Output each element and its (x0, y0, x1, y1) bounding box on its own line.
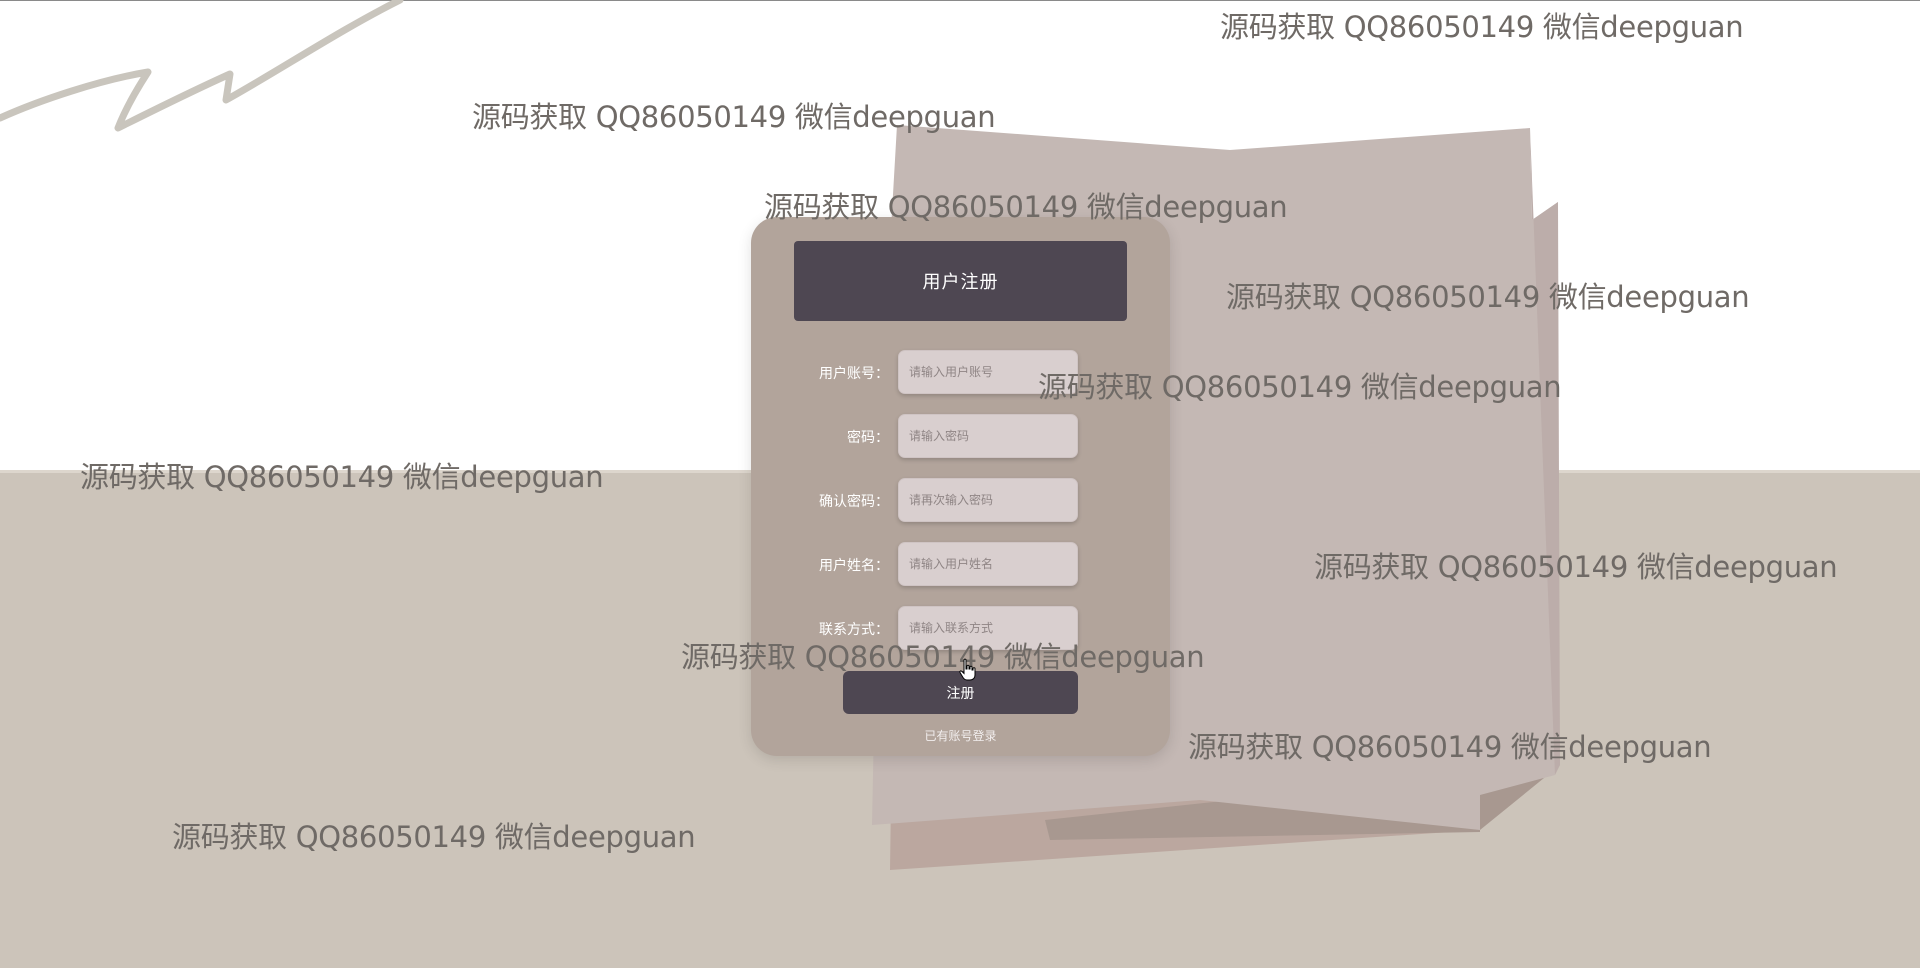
username-label: 用户账号： (819, 366, 889, 382)
confirm-password-label: 确认密码： (819, 494, 889, 510)
confirm-password-input[interactable] (898, 478, 1078, 522)
contact-label: 联系方式： (819, 622, 889, 638)
name-input[interactable] (898, 542, 1078, 586)
login-link[interactable]: 已有账号登录 (751, 727, 1170, 744)
field-row-username: 用户账号： (751, 350, 1170, 396)
contact-input[interactable] (898, 606, 1078, 650)
username-input[interactable] (898, 350, 1078, 394)
hand-cursor-icon (959, 658, 976, 681)
password-input[interactable] (898, 414, 1078, 458)
field-row-contact: 联系方式： (751, 606, 1170, 652)
field-row-confirm-password: 确认密码： (751, 478, 1170, 524)
register-title: 用户注册 (794, 241, 1127, 321)
password-label: 密码： (847, 430, 889, 446)
field-row-name: 用户姓名： (751, 542, 1170, 588)
field-row-password: 密码： (751, 414, 1170, 460)
name-label: 用户姓名： (819, 558, 889, 574)
